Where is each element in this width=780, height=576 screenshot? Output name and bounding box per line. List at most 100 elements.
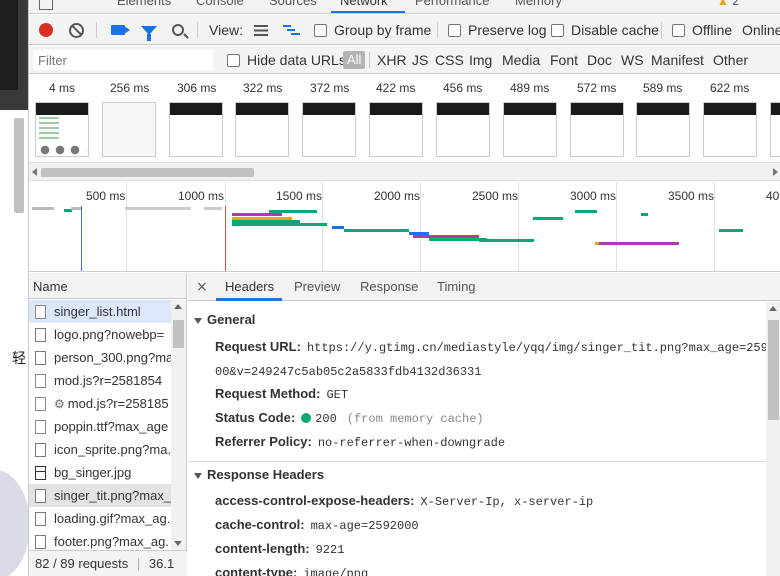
close-detail-button[interactable]: × [196, 273, 208, 301]
request-list-scroll-thumb[interactable] [173, 320, 184, 348]
filmstrip-frame[interactable] [35, 102, 89, 157]
warning-count: 2 [732, 0, 739, 8]
type-filter-other[interactable]: Other [713, 46, 748, 74]
tab-performance[interactable]: Performance [415, 0, 489, 8]
request-name: logo.png?nowebp= [54, 327, 165, 342]
list-item[interactable]: icon_sprite.png?ma. [29, 438, 171, 461]
type-filter-js[interactable]: JS [412, 46, 428, 74]
type-filter-xhr[interactable]: XHR [377, 46, 407, 74]
frame-time: 306 ms [177, 81, 217, 95]
status-divider: | [136, 556, 141, 571]
group-by-frame-checkbox[interactable] [314, 23, 327, 37]
page-scrollbar-thumb[interactable] [14, 118, 24, 213]
network-overview-timeline[interactable]: 500 ms 1000 ms 1500 ms 2000 ms 2500 ms 3… [29, 182, 780, 272]
request-method-row: Request Method: GET [215, 386, 771, 402]
devtools-panel: Elements Console Sources Network Perform… [28, 0, 780, 576]
tab-network[interactable]: Network [340, 0, 388, 8]
type-filter-css[interactable]: CSS [435, 46, 464, 74]
tab-console[interactable]: Console [196, 0, 244, 8]
request-list-scrollbar[interactable] [171, 300, 186, 550]
screenshots-button[interactable] [111, 15, 130, 45]
tab-timing[interactable]: Timing [437, 273, 476, 301]
tab-sources[interactable]: Sources [269, 0, 317, 8]
list-item[interactable]: poppin.ttf?max_age [29, 415, 171, 438]
list-item[interactable]: person_300.png?ma [29, 346, 171, 369]
preserve-log-checkbox[interactable] [448, 23, 461, 37]
type-filter-all[interactable]: All [343, 46, 366, 74]
type-filter-img[interactable]: Img [469, 46, 492, 74]
offline-checkbox[interactable] [672, 23, 685, 37]
scroll-left-icon[interactable] [32, 168, 37, 176]
response-headers-section-header[interactable]: Response Headers [188, 461, 766, 487]
list-item[interactable]: mod.js?r=2581854 [29, 369, 171, 392]
name-column-header[interactable]: Name [29, 273, 186, 299]
list-item[interactable]: loading.gif?max_ag. [29, 507, 171, 530]
expand-triangle-icon [194, 472, 202, 479]
filmstrip-frame[interactable] [770, 102, 780, 157]
filmstrip-scrollbar[interactable] [29, 163, 780, 181]
hide-data-urls-toggle[interactable]: Hide data URLs [227, 46, 346, 74]
general-section-header[interactable]: General [188, 307, 766, 333]
filter-input[interactable] [33, 50, 213, 70]
filmstrip-frame[interactable] [302, 102, 356, 157]
overview-toggle-button[interactable] [283, 15, 300, 45]
list-item[interactable]: logo.png?nowebp= [29, 323, 171, 346]
filmstrip-frame[interactable] [570, 102, 624, 157]
script-file-icon [35, 396, 46, 411]
list-item[interactable]: ⚙ mod.js?r=258185 [29, 392, 171, 415]
type-filter-doc[interactable]: Doc [587, 46, 612, 74]
request-name: person_300.png?ma [54, 350, 171, 365]
devtools-tab-strip: Elements Console Sources Network Perform… [29, 0, 780, 14]
page-avatar-image [0, 470, 28, 576]
disable-cache-checkbox[interactable] [551, 23, 564, 37]
tab-preview[interactable]: Preview [294, 273, 340, 301]
request-detail-pane: × Headers Preview Response Timing Genera… [188, 273, 780, 576]
filmstrip-frame[interactable] [503, 102, 557, 157]
record-button[interactable] [39, 15, 53, 45]
tab-headers[interactable]: Headers [225, 273, 274, 301]
preserve-log-toggle[interactable]: Preserve log [448, 15, 547, 45]
timeline-gridline [126, 182, 127, 271]
filmstrip-frame[interactable] [169, 102, 223, 157]
type-filter-ws[interactable]: WS [621, 46, 644, 74]
filmstrip-frame[interactable] [235, 102, 289, 157]
list-item[interactable]: singer_list.html [29, 300, 171, 323]
type-filter-manifest[interactable]: Manifest [651, 46, 704, 74]
filmstrip-frame[interactable] [436, 102, 490, 157]
frame-time: 422 ms [376, 81, 416, 95]
request-name: singer_list.html [54, 304, 141, 319]
list-item-selected[interactable]: singer_tit.png?max_ [29, 484, 171, 507]
disable-cache-toggle[interactable]: Disable cache [551, 15, 659, 45]
tab-elements[interactable]: Elements [117, 0, 171, 8]
filmstrip-frame[interactable] [636, 102, 690, 157]
timeline-tick-label: 3500 ms [668, 189, 715, 203]
scroll-down-icon[interactable] [174, 541, 182, 546]
image-file-icon [35, 511, 46, 526]
list-item[interactable]: bg_singer.jpg [29, 461, 171, 484]
detail-scroll-thumb[interactable] [768, 320, 779, 420]
filmstrip-frame[interactable] [102, 102, 156, 157]
tab-response[interactable]: Response [360, 273, 419, 301]
group-by-frame-toggle[interactable]: Group by frame [314, 15, 431, 45]
search-button[interactable] [172, 15, 184, 45]
network-status-bar: 82 / 89 requests | 36.1 [29, 550, 187, 576]
request-name: singer_tit.png?max_ [54, 488, 171, 503]
type-filter-media[interactable]: Media [502, 46, 540, 74]
throttling-select[interactable]: Online [742, 15, 780, 45]
scroll-up-icon[interactable] [769, 306, 777, 311]
large-rows-button[interactable] [254, 15, 268, 45]
clear-button[interactable] [69, 15, 84, 45]
tab-memory[interactable]: Memory [515, 0, 562, 8]
offline-toggle[interactable]: Offline [672, 15, 732, 45]
type-filter-font[interactable]: Font [550, 46, 578, 74]
scroll-up-icon[interactable] [174, 304, 182, 309]
scroll-right-icon[interactable] [773, 168, 778, 176]
detail-scrollbar[interactable] [766, 302, 780, 576]
hide-data-urls-checkbox[interactable] [227, 53, 240, 67]
filmstrip-scroll-thumb[interactable] [41, 168, 254, 177]
filmstrip-frame[interactable] [369, 102, 423, 157]
inspect-element-icon[interactable] [39, 0, 53, 10]
filmstrip-frame[interactable] [703, 102, 757, 157]
filter-toggle-button[interactable] [141, 15, 157, 45]
warning-counter[interactable]: ▲ 2 [717, 0, 739, 8]
